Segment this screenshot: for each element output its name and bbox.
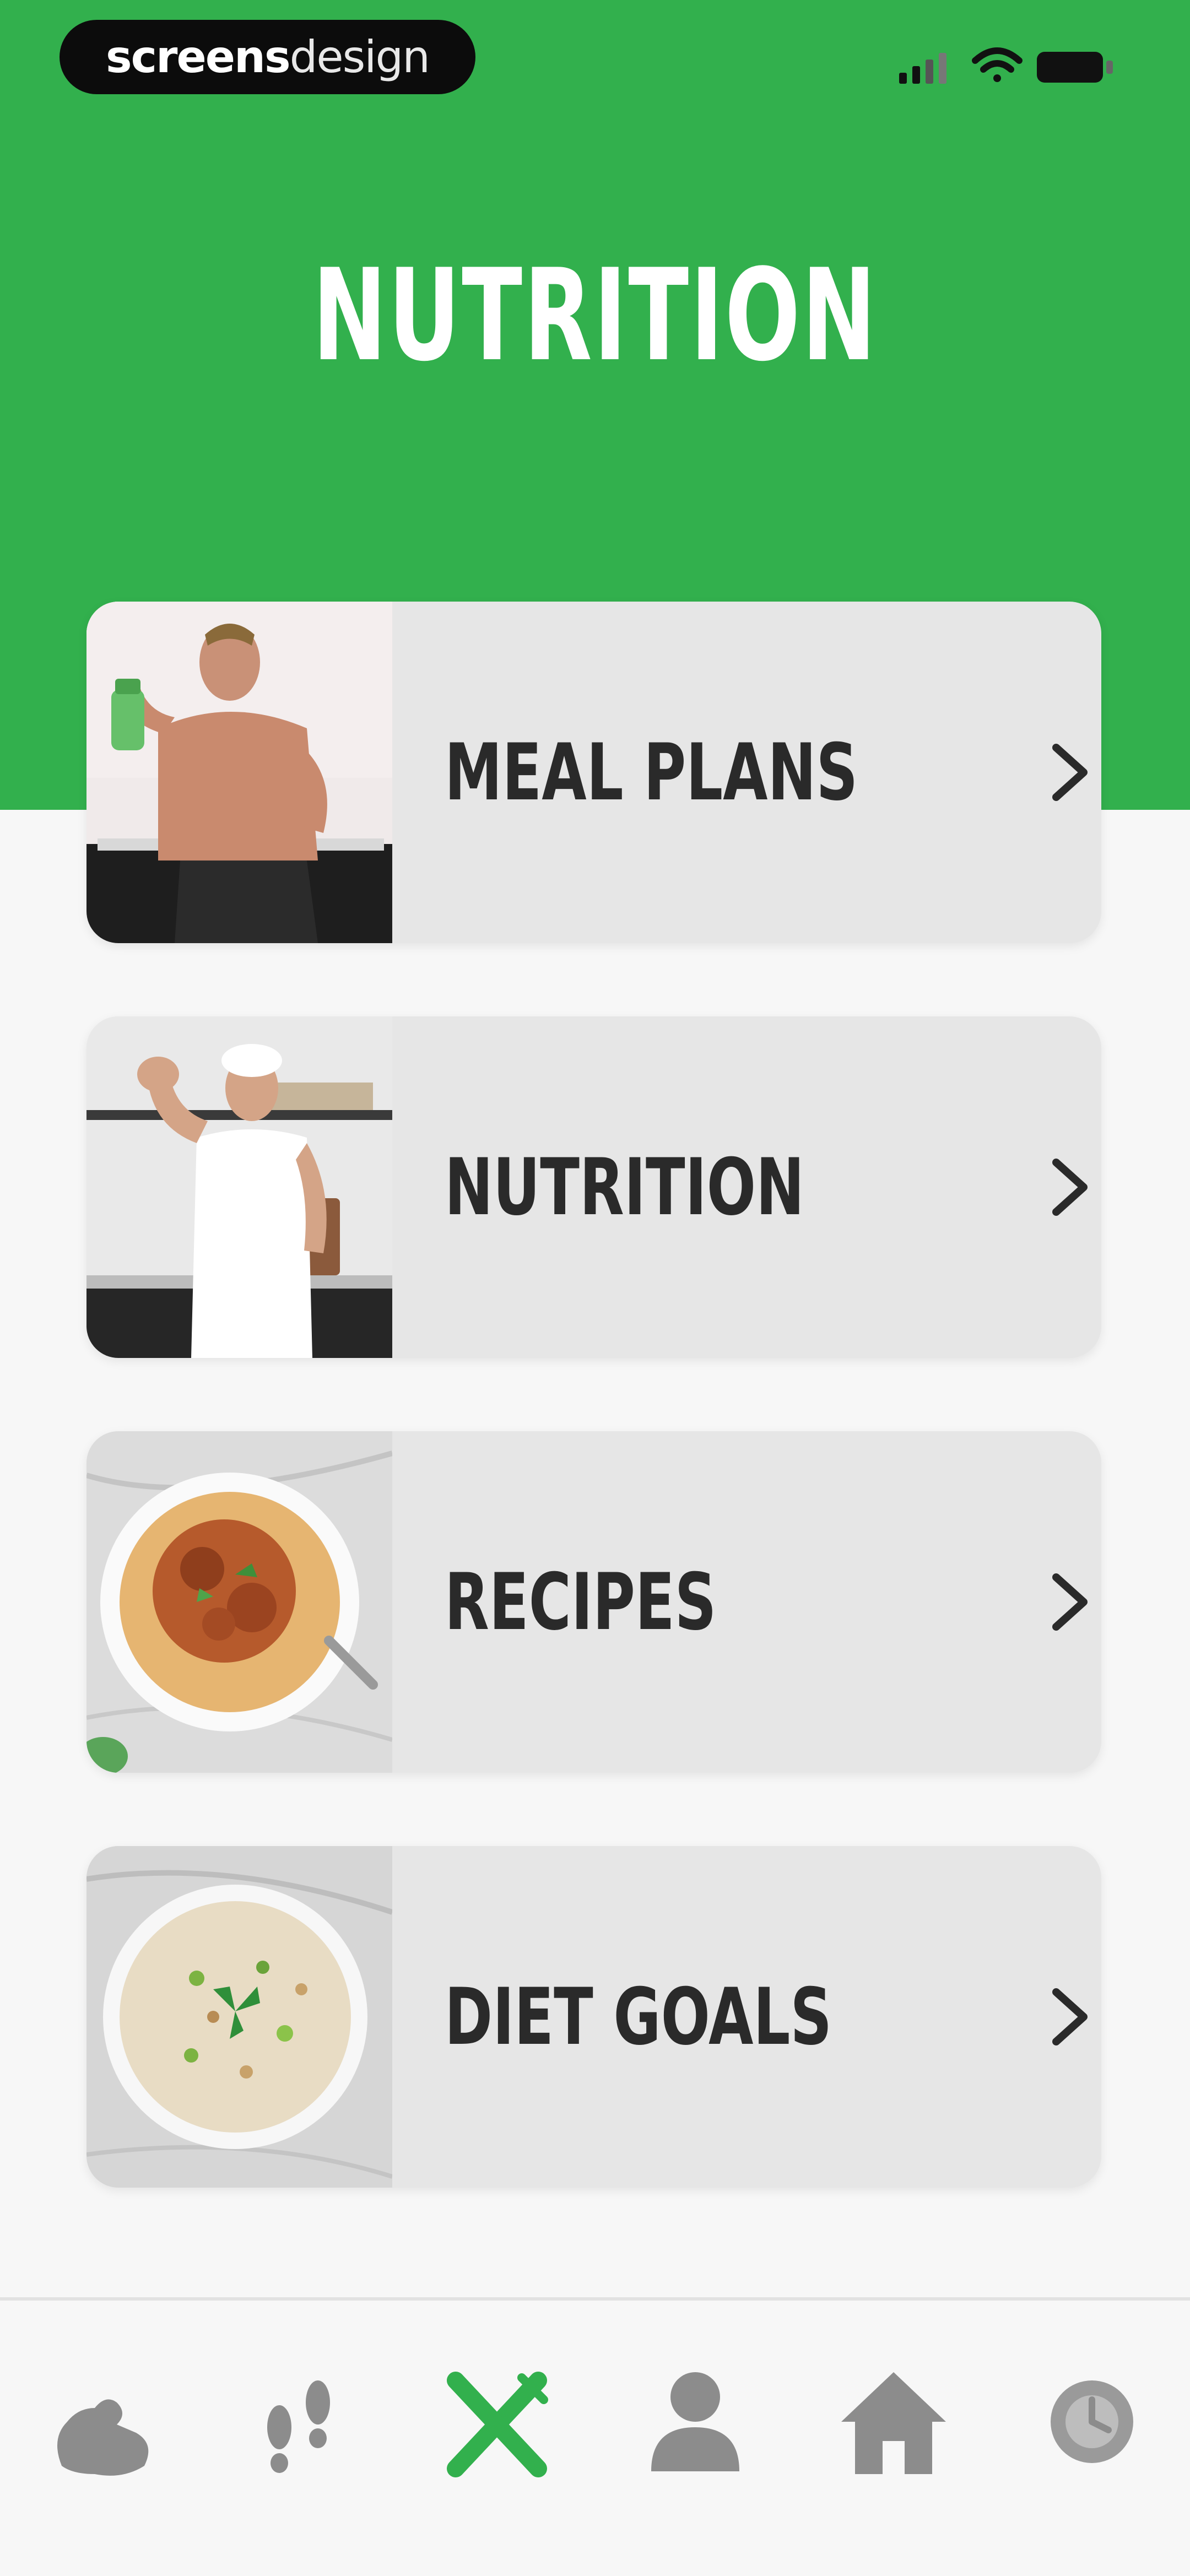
chevron-right-icon [1052,744,1088,801]
home-icon [841,2372,946,2474]
status-icons [899,47,1113,84]
footsteps-icon [267,2380,330,2473]
pasta-bowl-photo [86,1431,392,1773]
signal-icon [899,53,946,84]
chevron-right-icon [1052,1573,1088,1631]
brand-logo-bold: screens [106,31,291,83]
menu-card-label: RECIPES [445,1556,717,1648]
brand-logo-light: design [289,31,430,83]
chevron-right-icon [1052,1988,1088,2045]
nav-steps-button[interactable] [232,2356,365,2488]
menu-card-nutrition[interactable]: NUTRITION [86,1016,1101,1358]
menu-card-diet-goals[interactable]: DIET GOALS [86,1846,1101,2188]
nav-nutrition-button[interactable] [431,2356,563,2488]
menu-card-label: NUTRITION [445,1141,805,1233]
nav-profile-button[interactable] [629,2356,761,2488]
nav-timer-button[interactable] [1026,2356,1158,2488]
bottom-nav [0,2297,1190,2576]
menu-card-meal-plans[interactable]: MEAL PLANS [86,602,1101,943]
wifi-icon [972,47,1023,82]
menu-card-label: DIET GOALS [445,1971,832,2063]
rice-bowl-photo [86,1846,392,2188]
menu-card-label: MEAL PLANS [445,727,858,818]
person-icon [651,2372,739,2471]
nav-workouts-button[interactable] [34,2356,166,2488]
page-title: NUTRITION [312,242,878,389]
menu-card-recipes[interactable]: RECIPES [86,1431,1101,1773]
man-holding-shaker-photo [86,602,392,943]
chef-flexing-photo [86,1016,392,1358]
brand-logo: screens design [60,20,475,94]
battery-icon [1037,52,1113,83]
clock-icon [1051,2380,1133,2463]
fork-knife-icon [447,2372,548,2477]
nav-home-button[interactable] [827,2356,960,2488]
arm-muscle-icon [57,2399,149,2476]
chevron-right-icon [1052,1159,1088,1216]
